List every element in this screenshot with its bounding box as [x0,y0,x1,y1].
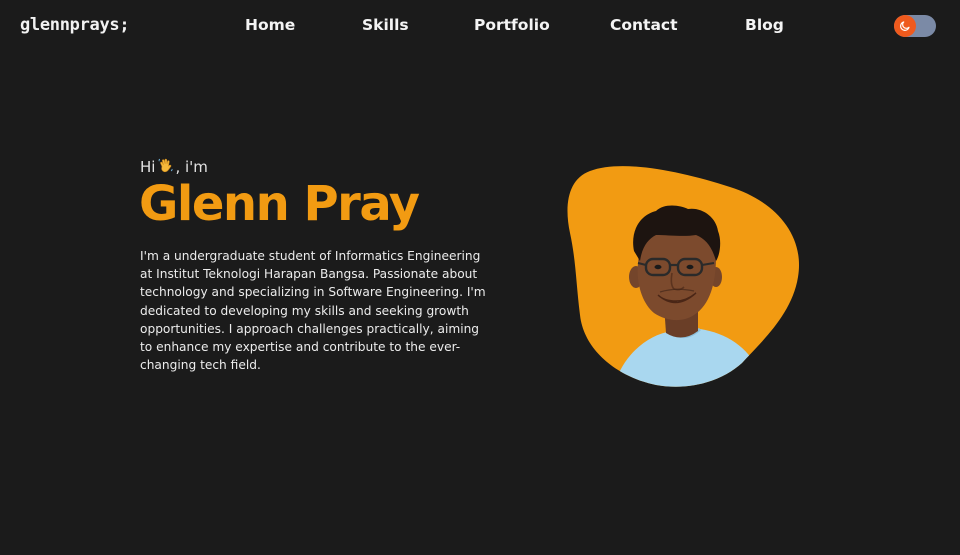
nav-skills-link[interactable]: Skills [362,16,409,34]
site-logo[interactable]: glennprays; [20,15,130,35]
nav-contact-link[interactable]: Contact [610,16,678,34]
hero-bio: I'm a undergraduate student of Informati… [140,249,486,373]
moon-icon [900,21,910,31]
hero-name: Glenn Pray [139,176,420,232]
nav-portfolio-link[interactable]: Portfolio [474,16,550,34]
profile-photo [567,166,800,387]
profile-blob [560,165,805,390]
nav-blog-link[interactable]: Blog [745,16,784,34]
nav-home-link[interactable]: Home [245,16,295,34]
theme-toggle[interactable] [894,15,936,37]
page: glennprays; Home Skills Portfolio Contac… [0,0,960,555]
theme-toggle-knob [894,15,916,37]
